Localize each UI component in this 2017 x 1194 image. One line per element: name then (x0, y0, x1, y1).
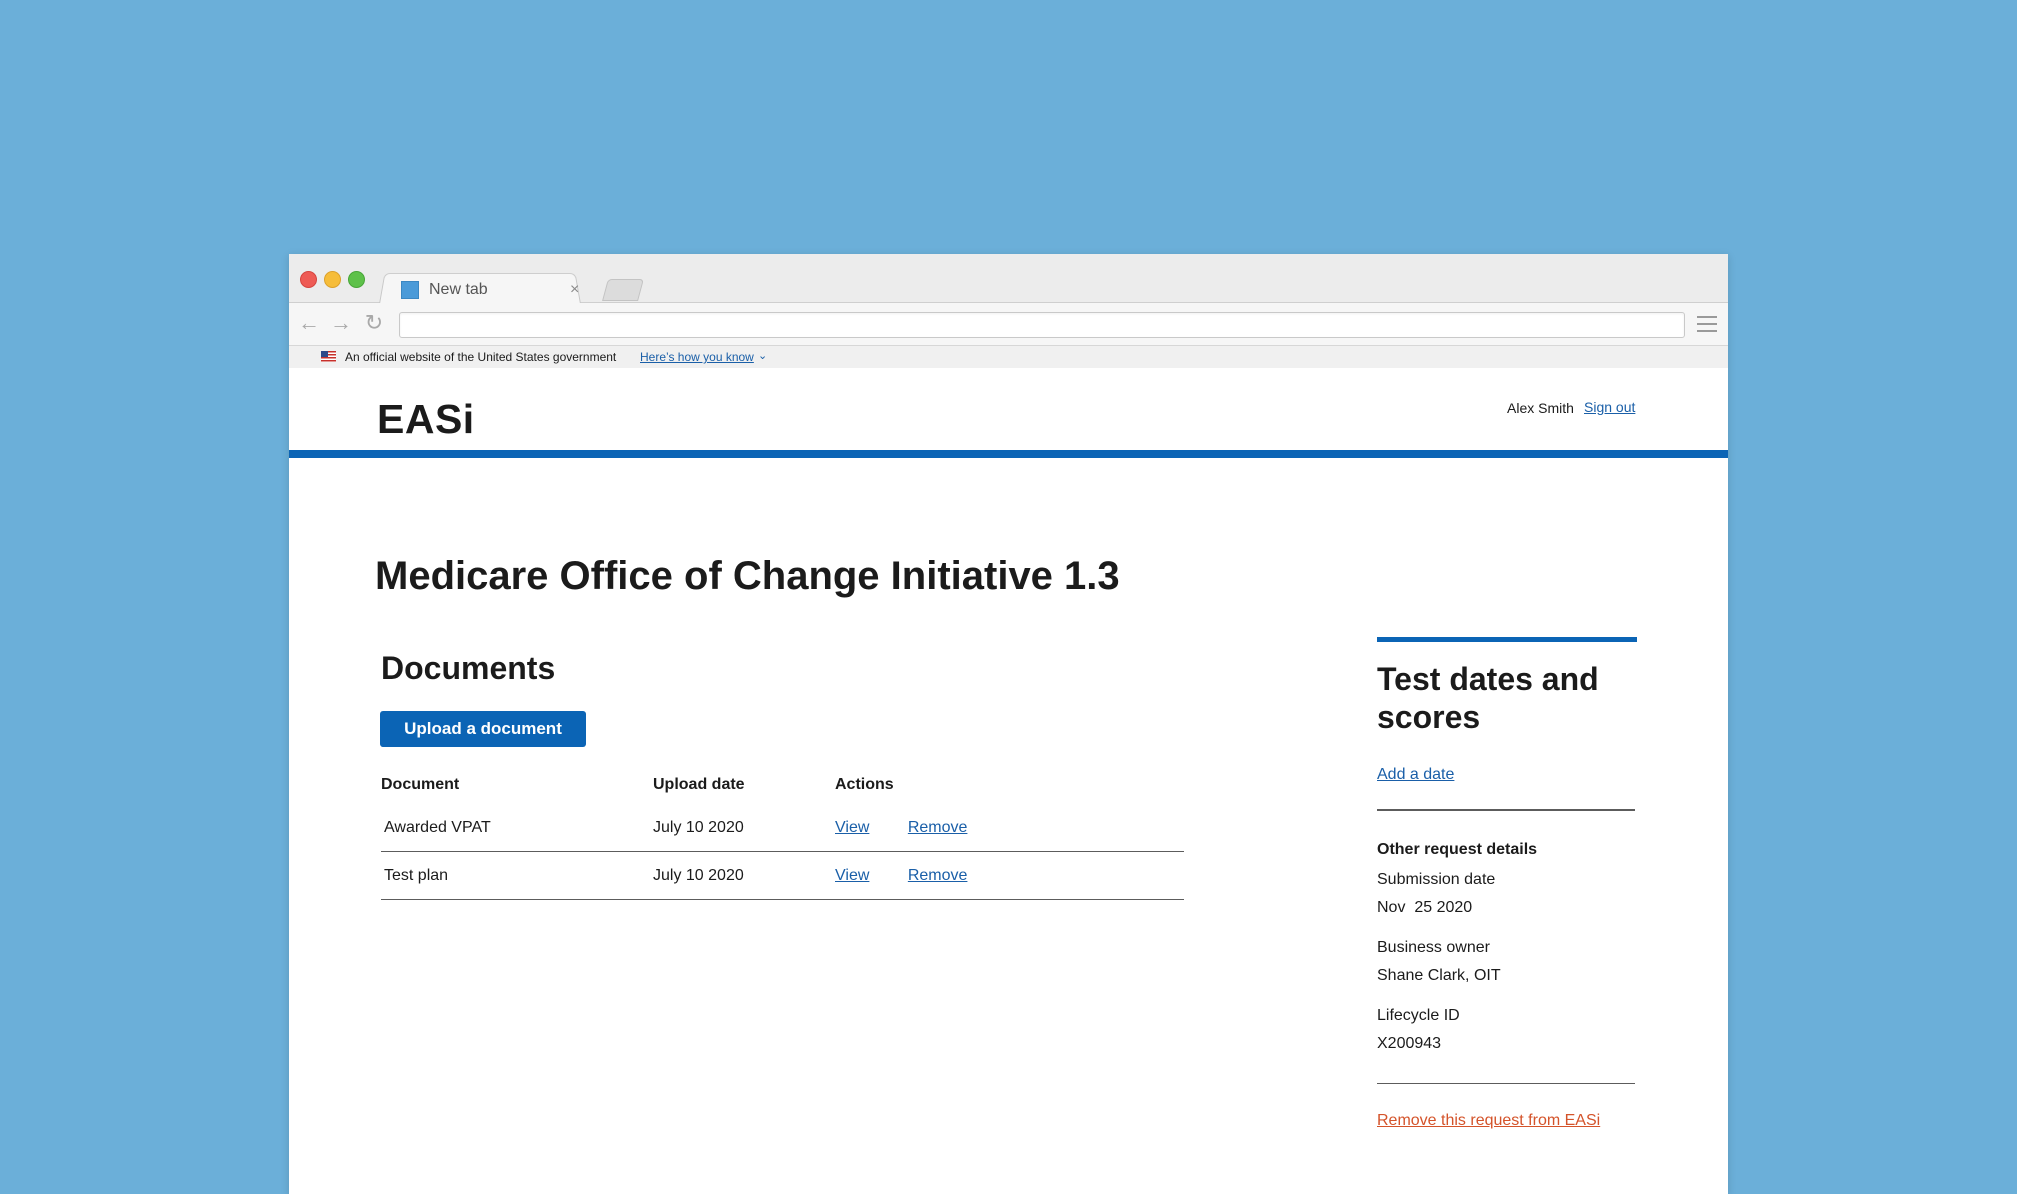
hamburger-menu-icon[interactable] (1697, 316, 1717, 332)
other-request-details-heading: Other request details (1377, 840, 1538, 858)
browser-window: New tab × ← → ↻ An official website of t… (289, 254, 1728, 1194)
submission-date-value: Nov 25 2020 (1377, 898, 1473, 916)
table-row: Awarded VPAT July 10 2020 View Remove (381, 804, 1184, 852)
table-header-row: Document Upload date Actions (381, 776, 1184, 804)
document-name: Awarded VPAT (381, 804, 653, 852)
sidebar-divider (1377, 809, 1635, 811)
user-name: Alex Smith (1507, 400, 1574, 416)
business-owner-value: Shane Clark, OIT (1377, 966, 1501, 984)
close-tab-icon[interactable]: × (570, 276, 579, 304)
browser-toolbar: ← → ↻ (289, 303, 1728, 346)
submission-date-label: Submission date (1377, 870, 1496, 888)
remove-document-link[interactable]: Remove (908, 819, 968, 836)
browser-titlebar: New tab × (289, 254, 1728, 304)
request-sidebar: Test dates and scores Add a date Other r… (1377, 637, 1637, 1130)
gov-banner: An official website of the United States… (289, 346, 1728, 368)
forward-arrow-icon[interactable]: → (329, 311, 353, 335)
browser-tab-content[interactable]: New tab (401, 276, 488, 304)
sidebar-divider (1377, 1082, 1635, 1084)
us-flag-icon (321, 351, 336, 362)
upload-date: July 10 2020 (653, 851, 835, 900)
page-title: Medicare Office of Change Initiative 1.3 (375, 554, 1120, 598)
remove-request-link[interactable]: Remove this request from EASi (1377, 1112, 1637, 1130)
gov-banner-text: An official website of the United States… (345, 350, 617, 364)
actions-cell: View Remove (835, 804, 1184, 852)
site-logo[interactable]: EASi (377, 396, 475, 443)
tab-title: New tab (429, 281, 488, 298)
column-header-upload-date: Upload date (653, 776, 745, 793)
business-owner-label: Business owner (1377, 938, 1490, 956)
upload-date: July 10 2020 (653, 804, 835, 852)
documents-heading: Documents (381, 650, 556, 686)
close-window-button[interactable] (300, 271, 317, 288)
lifecycle-id-label: Lifecycle ID (1377, 1006, 1460, 1024)
back-arrow-icon[interactable]: ← (297, 311, 321, 335)
document-name: Test plan (381, 851, 653, 900)
table-row: Test plan July 10 2020 View Remove (381, 851, 1184, 900)
sign-out-link[interactable]: Sign out (1584, 399, 1635, 415)
add-date-link[interactable]: Add a date (1377, 766, 1637, 784)
column-header-document: Document (381, 776, 460, 793)
favicon-icon (401, 281, 419, 299)
chevron-down-icon[interactable]: ⌄ (758, 349, 767, 362)
address-bar[interactable] (399, 312, 1685, 338)
documents-table: Document Upload date Actions Awarded VPA… (381, 776, 1184, 900)
upload-document-button[interactable]: Upload a document (380, 711, 586, 747)
sidebar-top-rule (1377, 637, 1637, 642)
view-document-link[interactable]: View (835, 819, 869, 836)
column-header-actions: Actions (835, 776, 894, 793)
lifecycle-id-value: X200943 (1377, 1034, 1442, 1052)
reload-icon[interactable]: ↻ (362, 311, 386, 335)
heres-how-you-know-link[interactable]: Here’s how you know (640, 350, 754, 364)
view-document-link[interactable]: View (835, 867, 869, 884)
remove-document-link[interactable]: Remove (908, 867, 968, 884)
actions-cell: View Remove (835, 851, 1184, 900)
maximize-window-button[interactable] (348, 271, 365, 288)
minimize-window-button[interactable] (324, 271, 341, 288)
new-tab-button[interactable] (602, 279, 644, 301)
site-header: EASi Alex Smith Sign out (289, 368, 1728, 458)
test-dates-heading: Test dates and scores (1377, 661, 1599, 735)
